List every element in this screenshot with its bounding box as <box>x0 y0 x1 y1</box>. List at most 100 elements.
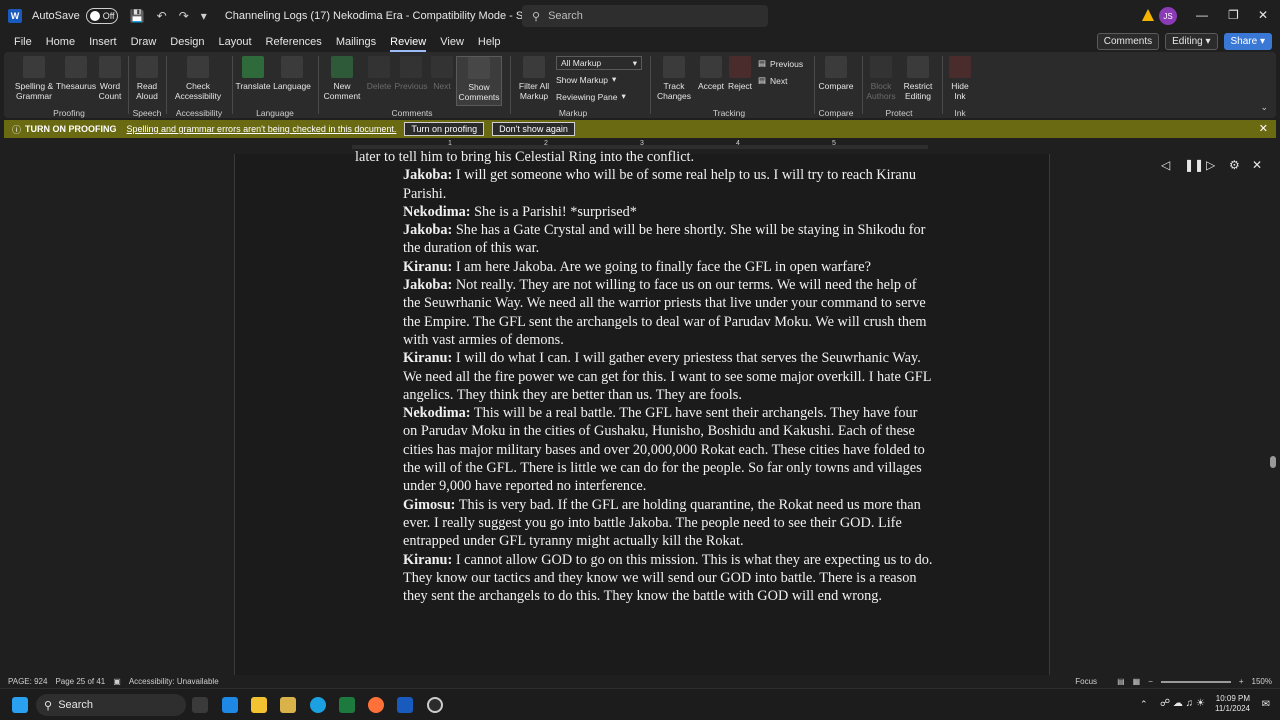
menu-draw[interactable]: Draw <box>131 36 157 48</box>
vertical-ruler[interactable] <box>4 152 12 672</box>
check-accessibility-button[interactable]: Check Accessibility <box>170 56 226 101</box>
undo-icon[interactable]: ↶ <box>157 9 167 23</box>
scroll-thumb[interactable] <box>1270 456 1276 468</box>
menu-layout[interactable]: Layout <box>219 36 252 48</box>
page-number[interactable]: PAGE: 924 <box>8 677 47 686</box>
show-markup-button[interactable]: Show Markup ▾ <box>556 74 616 85</box>
print-layout-icon[interactable]: ▤ <box>1117 677 1125 686</box>
word-taskbar-icon[interactable] <box>397 697 413 713</box>
dialogue-paragraph[interactable]: later to tell him to bring his Celestial… <box>355 148 935 166</box>
menu-review[interactable]: Review <box>390 36 427 52</box>
proofing-status-icon[interactable]: ▣ <box>113 677 121 686</box>
markup-select[interactable]: All Markup ▾ <box>556 56 642 70</box>
dialogue-paragraph[interactable]: Jakoba: Not really. They are not willing… <box>355 276 935 349</box>
read-aloud-button[interactable]: Read Aloud <box>132 56 162 101</box>
dialogue-paragraph[interactable]: Nekodima: This will be a real battle. Th… <box>355 404 935 495</box>
block-authors-button[interactable]: Block Authors <box>866 56 896 101</box>
edge-browser-icon[interactable] <box>310 697 326 713</box>
reviewing-pane-button[interactable]: Reviewing Pane ▾ <box>556 91 626 102</box>
thesaurus-button[interactable]: Thesaurus <box>56 56 96 91</box>
compare-button[interactable]: Compare <box>816 56 856 91</box>
page-of[interactable]: Page 25 of 41 <box>55 677 105 686</box>
document-page[interactable]: later to tell him to bring his Celestial… <box>234 149 1050 675</box>
dialogue-paragraph[interactable]: Jakoba: She has a Gate Crystal and will … <box>355 221 935 258</box>
delete-comment-button[interactable]: Delete <box>364 56 394 91</box>
read-previous-icon[interactable]: ◁ <box>1161 158 1170 172</box>
menu-file[interactable]: File <box>14 36 32 48</box>
dialogue-paragraph[interactable]: Kiranu: I cannot allow GOD to go on this… <box>355 551 935 606</box>
tray-icons[interactable]: ☍ ☁ ♫ ☀ <box>1160 698 1205 709</box>
windows-start-icon[interactable] <box>12 697 28 713</box>
zoom-level[interactable]: 150% <box>1252 677 1272 686</box>
notification-message[interactable]: Spelling and grammar errors aren't being… <box>127 124 397 134</box>
previous-comment-button[interactable]: Previous <box>394 56 428 91</box>
menu-view[interactable]: View <box>440 36 464 48</box>
share-button[interactable]: Share ▾ <box>1223 33 1272 50</box>
reading-settings-icon[interactable]: ⚙ <box>1229 158 1240 172</box>
language-button[interactable]: Language <box>273 56 311 91</box>
dont-show-again-button[interactable]: Don't show again <box>492 122 575 136</box>
next-comment-button[interactable]: Next <box>428 56 456 91</box>
save-icon[interactable]: 💾 <box>130 9 145 23</box>
dialogue-paragraph[interactable]: Gimosu: This is very bad. If the GFL are… <box>355 496 935 551</box>
menu-references[interactable]: References <box>266 36 322 48</box>
close-window-icon[interactable]: ✕ <box>1258 8 1268 22</box>
menu-help[interactable]: Help <box>478 36 501 48</box>
menu-mailings[interactable]: Mailings <box>336 36 376 48</box>
zoom-in-icon[interactable]: + <box>1239 677 1244 686</box>
web-layout-icon[interactable]: ▦ <box>1133 677 1141 686</box>
track-changes-button[interactable]: Track Changes <box>654 56 694 101</box>
read-next-icon[interactable]: ▷ <box>1206 158 1215 172</box>
accessibility-status[interactable]: Accessibility: Unavailable <box>129 677 219 686</box>
maximize-icon[interactable]: ❐ <box>1228 8 1239 22</box>
previous-change-button[interactable]: ▤ Previous <box>758 58 803 69</box>
avatar[interactable]: JS <box>1159 7 1177 25</box>
zoom-out-icon[interactable]: − <box>1148 677 1153 686</box>
obs-icon[interactable] <box>427 697 443 713</box>
taskbar-search[interactable]: ⚲ Search <box>36 694 186 716</box>
pause-icon[interactable]: ❚❚ <box>1184 158 1204 172</box>
focus-button[interactable]: Focus <box>1075 677 1097 686</box>
zoom-slider[interactable] <box>1160 680 1231 683</box>
spelling-grammar-button[interactable]: Spelling & Grammar <box>12 56 56 101</box>
menu-home[interactable]: Home <box>46 36 75 48</box>
system-clock[interactable]: 10:09 PM 11/1/2024 <box>1215 694 1250 714</box>
new-comment-button[interactable]: New Comment <box>322 56 362 101</box>
file-explorer-icon[interactable] <box>251 697 267 713</box>
search-box[interactable]: ⚲ Search <box>522 5 768 27</box>
document-body[interactable]: later to tell him to bring his Celestial… <box>355 148 935 605</box>
dialogue-paragraph[interactable]: Kiranu: I will do what I can. I will gat… <box>355 349 935 404</box>
reject-button[interactable]: Reject <box>726 56 754 91</box>
tray-chevron-icon[interactable]: ⌃ <box>1140 699 1148 710</box>
dialogue-paragraph[interactable]: Kiranu: I am here Jakoba. Are we going t… <box>355 258 935 276</box>
warning-icon[interactable] <box>1142 9 1154 21</box>
vertical-scrollbar[interactable] <box>1268 156 1278 674</box>
turn-on-proofing-button[interactable]: Turn on proofing <box>404 122 485 136</box>
notifications-icon[interactable]: ✉ <box>1262 699 1270 710</box>
restrict-editing-button[interactable]: Restrict Editing <box>900 56 936 101</box>
dialogue-paragraph[interactable]: Jakoba: I will get someone who will be o… <box>355 166 935 203</box>
show-comments-button[interactable]: Show Comments <box>456 56 502 106</box>
customize-qat-icon[interactable]: ▾ <box>201 9 207 23</box>
minimize-icon[interactable]: — <box>1196 8 1208 22</box>
comments-button[interactable]: Comments <box>1096 33 1160 50</box>
menu-insert[interactable]: Insert <box>89 36 117 48</box>
dialogue-paragraph[interactable]: Nekodima: She is a Parishi! *surprised* <box>355 203 935 221</box>
close-notification-icon[interactable]: ✕ <box>1259 122 1268 135</box>
close-read-aloud-icon[interactable]: ✕ <box>1252 158 1262 172</box>
app-icon[interactable] <box>280 697 296 713</box>
collapse-ribbon-icon[interactable]: ⌄ <box>1260 102 1268 113</box>
filter-all-markup-button[interactable]: Filter All Markup <box>514 56 554 101</box>
word-count-button[interactable]: Word Count <box>96 56 124 101</box>
task-view-icon[interactable] <box>192 697 208 713</box>
calendar-app-icon[interactable] <box>222 697 238 713</box>
hide-ink-button[interactable]: Hide Ink <box>946 56 974 101</box>
excel-icon[interactable] <box>339 697 355 713</box>
firefox-icon[interactable] <box>368 697 384 713</box>
translate-button[interactable]: Translate <box>235 56 271 91</box>
menu-design[interactable]: Design <box>170 36 204 48</box>
next-change-button[interactable]: ▤ Next <box>758 75 788 86</box>
redo-icon[interactable]: ↷ <box>179 9 189 23</box>
autosave-toggle[interactable]: Off <box>85 8 118 24</box>
accept-button[interactable]: Accept <box>696 56 726 91</box>
